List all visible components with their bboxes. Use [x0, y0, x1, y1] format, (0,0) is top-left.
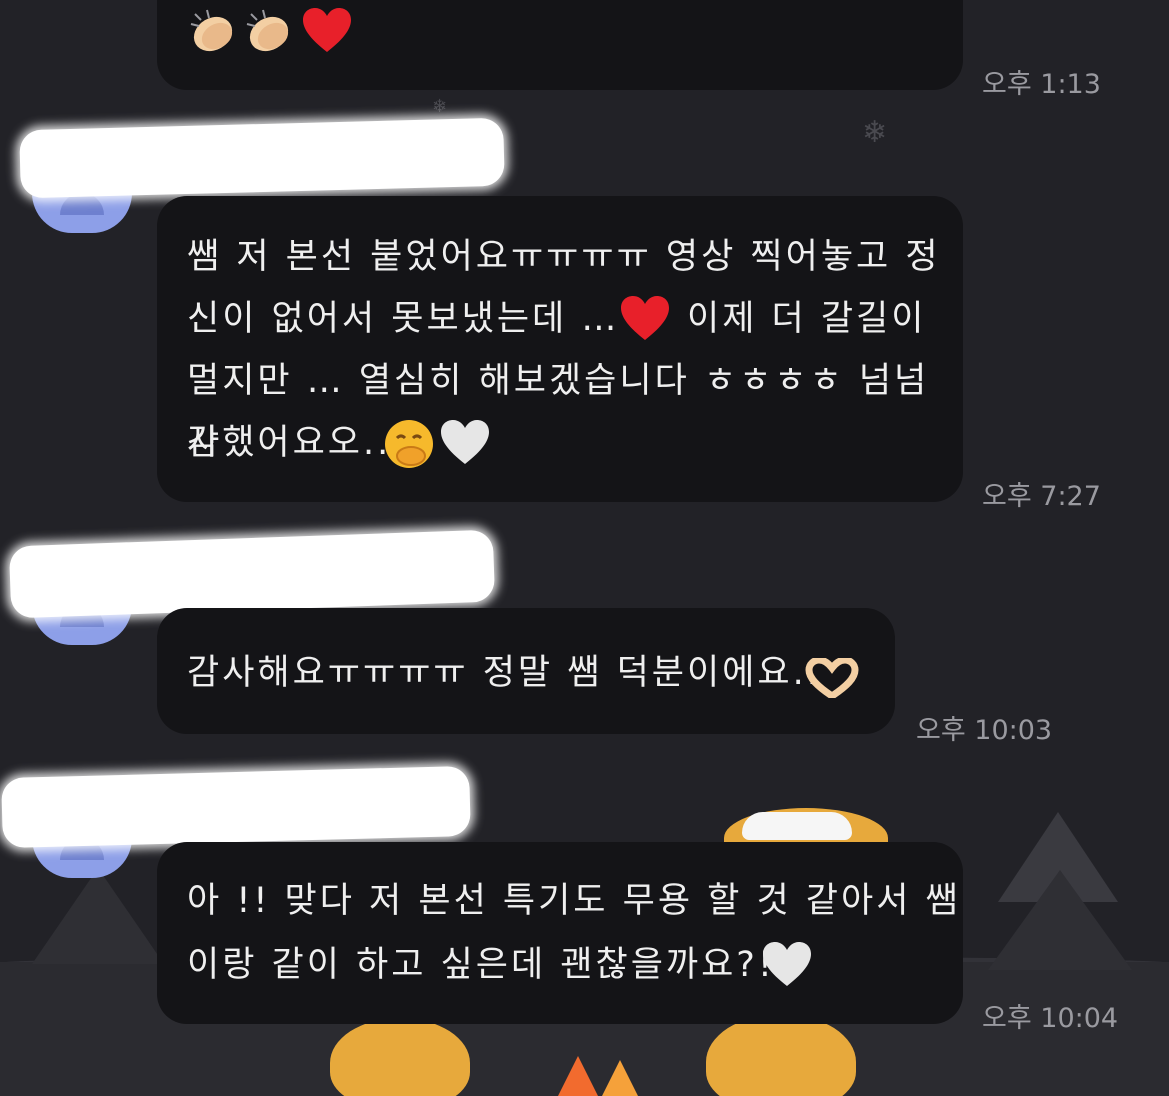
message-time: 오후 10:03 — [916, 715, 1053, 746]
message-bubble-4[interactable]: 아 !! 맞다 저 본선 특기도 무용 할 것 같아서 쌤 이랑 같이 하고 싶… — [157, 842, 963, 1024]
message-text-line: 신이 없어서 못보냈는데 … — [187, 299, 620, 339]
message-text-line: 쌤 저 본선 붙었어요ㅠㅠㅠㅠ 영상 찍어놓고 정 — [187, 237, 941, 277]
message-time: 오후 1:13 — [982, 69, 1101, 100]
message-bubble-2[interactable]: 쌤 저 본선 붙었어요ㅠㅠㅠㅠ 영상 찍어놓고 정 신이 없어서 못보냈는데 …… — [157, 196, 963, 502]
campfire — [556, 1056, 600, 1096]
red-heart-icon — [621, 296, 669, 340]
message-text-line: 감사해요ㅠㅠㅠㅠ 정말 쌤 덕분이에요.. — [187, 653, 821, 693]
redacted-name — [1, 765, 471, 849]
message-text-line: 이제 더 갈길이 — [687, 299, 927, 339]
message-time: 오후 7:27 — [982, 481, 1101, 512]
white-heart-icon — [441, 420, 489, 464]
message-time: 오후 10:04 — [982, 1003, 1119, 1034]
redacted-name — [8, 529, 496, 619]
campfire — [598, 1060, 642, 1096]
clapping-hands-icon — [246, 9, 289, 52]
message-text-line: 이랑 같이 하고 싶은데 괜찮을까요?! — [187, 945, 775, 985]
tree-decoration — [32, 868, 164, 964]
redacted-name — [19, 117, 505, 199]
message-text-line: 사했어요오.. — [187, 423, 392, 463]
red-heart-icon — [303, 8, 351, 52]
bear-hat — [742, 812, 852, 840]
heart-hands-icon — [805, 658, 859, 698]
snowflake-icon: ❄ — [862, 115, 888, 150]
message-bubble-1[interactable] — [157, 0, 963, 90]
snowflake-icon: ❄ — [432, 96, 448, 117]
chat-screen[interactable]: ❄ ❄ 오후 1:13 쌤 저 본선 붙었어요ㅠㅠㅠㅠ 영상 찍어놓고 정 신이… — [0, 0, 1169, 1096]
clapping-hands-icon — [190, 9, 233, 52]
white-heart-icon — [763, 942, 811, 986]
face-with-hand-over-mouth-icon — [385, 420, 433, 468]
message-bubble-3[interactable]: 감사해요ㅠㅠㅠㅠ 정말 쌤 덕분이에요.. — [157, 608, 895, 734]
tree-decoration — [988, 870, 1132, 970]
message-text-line: 아 !! 맞다 저 본선 특기도 무용 할 것 같아서 쌤 — [187, 881, 961, 921]
